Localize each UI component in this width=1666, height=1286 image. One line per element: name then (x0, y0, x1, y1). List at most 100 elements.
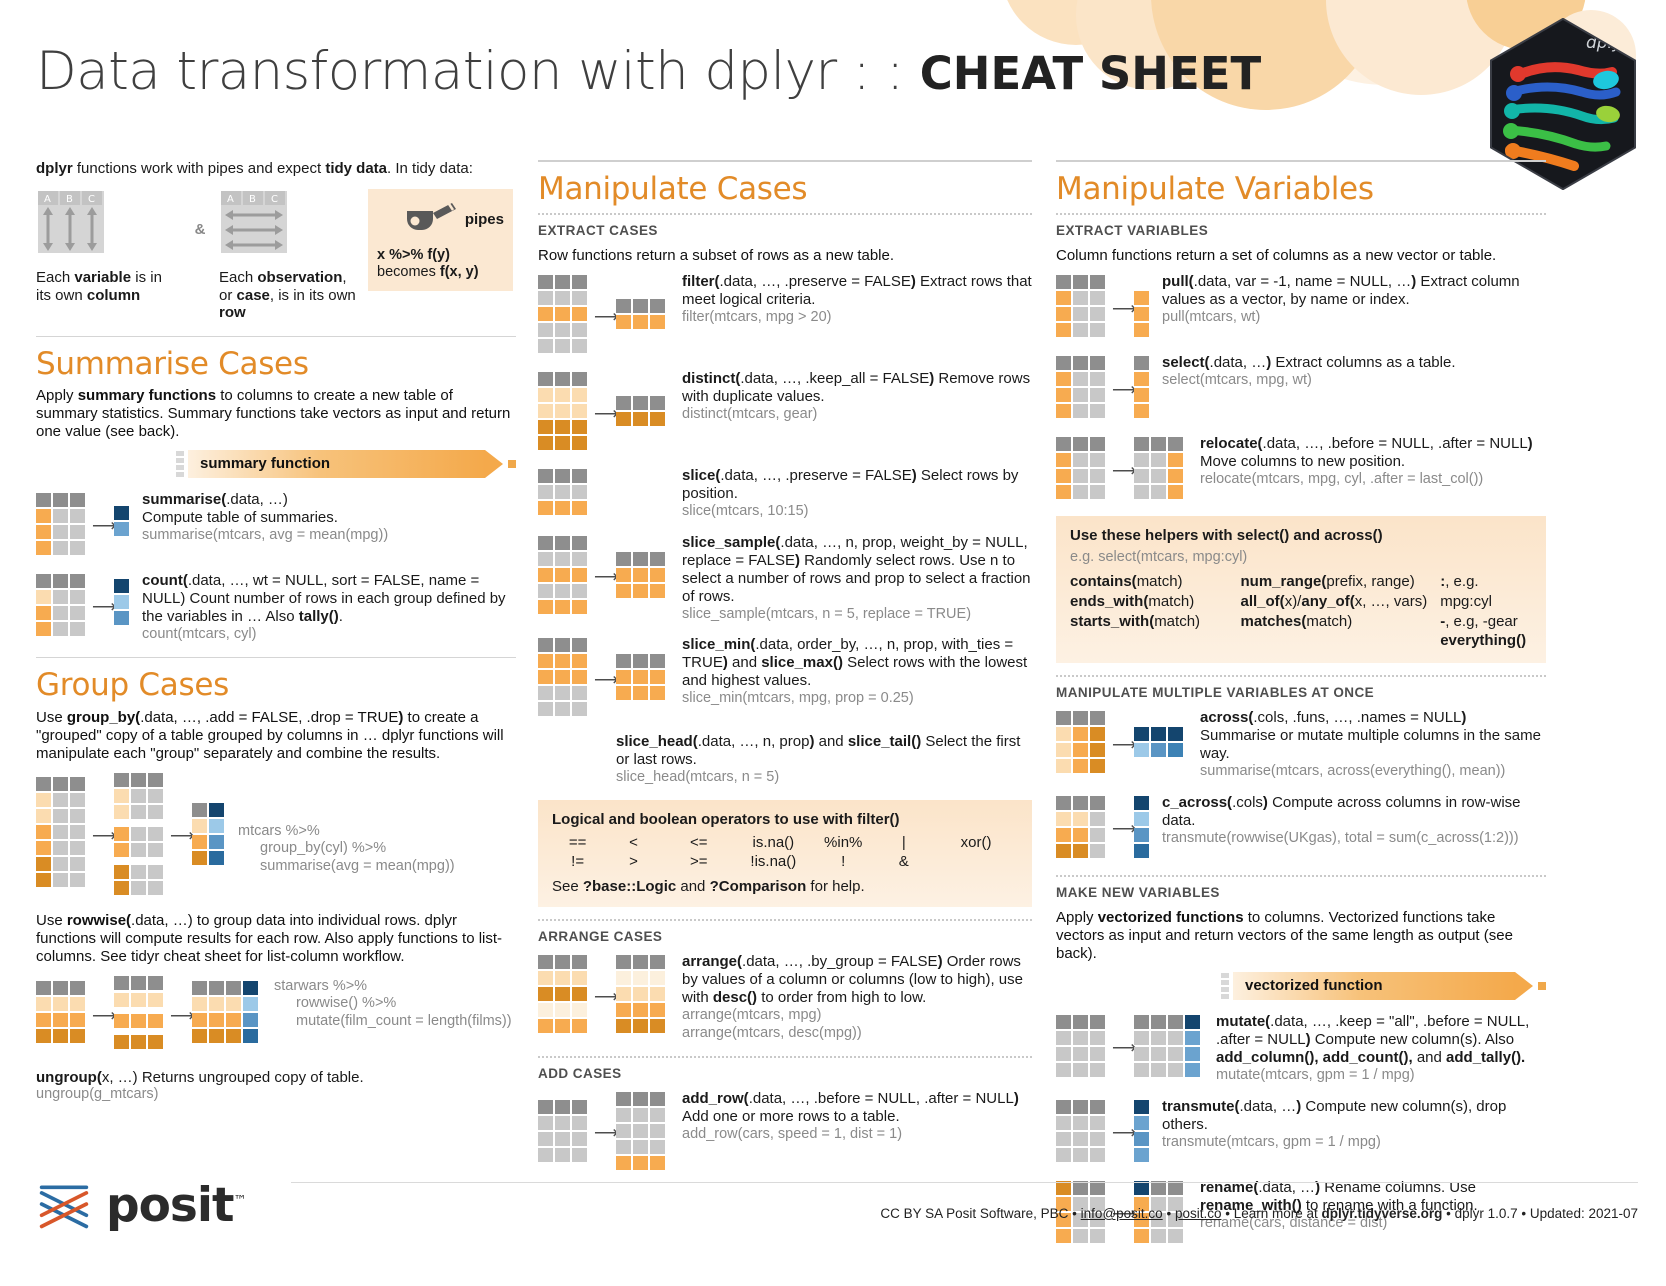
helpers-col-3: :, e.g. mpg:cyl -, e.g, -gear everything… (1440, 573, 1527, 650)
column-manipulate-variables: Manipulate Variables EXTRACT VARIABLES C… (1056, 160, 1546, 1260)
posit-wordmark: posit (106, 1177, 234, 1233)
table-figure-rowwise-in (36, 980, 85, 1043)
arrow-icon: ⟶ (92, 597, 117, 617)
arrow-icon: ⟶ (1112, 460, 1137, 480)
group-code-3: summarise(avg = mean(mpg)) (260, 857, 455, 874)
arrow-icon: ⟶ (1112, 1038, 1137, 1058)
arrange-code-2: arrange(mtcars, desc(mpg)) (682, 1024, 862, 1041)
label-extract-cases: EXTRACT CASES (538, 223, 658, 239)
entry-slice-min: ⟶ slice_min(.data, order_by, …, n, prop,… (538, 636, 1032, 720)
tidy-data-illustrations: A B C Each variable is in its own column… (36, 189, 516, 322)
table-figure-across-in (1056, 711, 1105, 774)
table-figure-pull-in (1056, 275, 1105, 338)
banner-label: summary function (200, 455, 331, 473)
divider (538, 160, 1032, 162)
arrow-icon: ⟶ (594, 669, 619, 689)
table-figure-distinct-out (616, 396, 665, 427)
table-figure-rowwise-out (192, 980, 258, 1043)
label-manipulate-multiple: MANIPULATE MULTIPLE VARIABLES AT ONCE (1056, 685, 1375, 701)
page-title-bold: CHEAT SHEET (919, 47, 1262, 100)
group-by-illustration: ⟶ ⟶ mtcars %>% group_by(cyl) %>% summari… (36, 771, 516, 899)
arrow-icon: ⟶ (594, 306, 619, 326)
distinct-code: distinct(mtcars, gear) (682, 406, 818, 423)
label-make-new-variables: MAKE NEW VARIABLES (1056, 884, 1220, 900)
helpers-col-1: contains(match) ends_with(match) starts_… (1070, 573, 1201, 630)
svg-text:B: B (249, 194, 256, 205)
arrow-icon: ⟶ (594, 567, 619, 587)
rowwise-code-3: mutate(film_count = length(films)) (296, 1012, 512, 1029)
svg-text:B: B (66, 194, 73, 205)
entry-slice-head: slice_head(.data, …, n, prop) and slice_… (616, 733, 1032, 787)
observation-illustration: A B C Each observation, or case, is in i… (219, 189, 364, 322)
footer-site-link[interactable]: posit.co (1175, 1206, 1222, 1221)
rowwise-code-1: starwars %>% (274, 977, 368, 994)
extract-variables-intro: Column functions return a set of columns… (1056, 247, 1497, 265)
svg-text:C: C (88, 194, 95, 205)
svg-text:A: A (44, 194, 51, 205)
observation-caption: Each observation, or case, is in its own… (219, 269, 356, 322)
select-helpers-box: Use these helpers with select() and acro… (1056, 516, 1546, 664)
variable-caption: Each variable is in its own column (36, 269, 162, 304)
table-figure-pull-out (1134, 291, 1149, 338)
mutate-code: mutate(mtcars, gpm = 1 / mpg) (1216, 1066, 1415, 1083)
table-figure-transmute-in (1056, 1099, 1105, 1162)
summarise-code: summarise(mtcars, avg = mean(mpg)) (142, 526, 389, 543)
footer-sep: • (1225, 1206, 1230, 1221)
column-arrows-icon: A B C (38, 191, 104, 253)
footer-email-link[interactable]: info@posit.co (1081, 1206, 1163, 1221)
rowwise-intro: Use rowwise(.data, …) to group data into… (36, 911, 503, 965)
group-code-2: group_by(cyl) %>% (260, 840, 387, 857)
table-row: != > >= !is.na() ! & (571, 853, 909, 871)
arrow-icon: ⟶ (92, 516, 117, 536)
table-figure-slice-sample-out (616, 551, 665, 598)
vectorized-function-banner: vectorized function (1056, 971, 1546, 1001)
table-figure-select-out (1134, 356, 1149, 419)
entry-slice-sample: ⟶ slice_sample(.data, …, n, prop, weight… (538, 534, 1032, 624)
section-manipulate-cases: Manipulate Cases (538, 171, 808, 207)
table-figure-rowwise-mid (114, 975, 163, 1049)
across-signature: across(.cols, .funs, …, .names = NULL) S… (1200, 709, 1541, 763)
table-figure-relocate-out (1134, 437, 1183, 500)
arrow-icon: ⟶ (92, 1006, 117, 1026)
rowwise-illustration: ⟶ ⟶ starwars %>% rowwise() %>% mutate(fi… (36, 974, 516, 1056)
slice-signature: slice(.data, …, .preserve = FALSE) Selec… (682, 467, 1019, 503)
entry-c-across: ⟶ c_across(.cols) Compute across columns… (1056, 794, 1546, 862)
slice-head-signature: slice_head(.data, …, n, prop) and slice_… (616, 733, 1021, 769)
banner-end-square (1538, 981, 1546, 990)
count-code: count(mtcars, cyl) (142, 625, 257, 642)
footer-sep: • (1166, 1206, 1172, 1221)
arrange-signature: arrange(.data, …, .by_group = FALSE) Ord… (682, 953, 1023, 1007)
table-figure-distinct-in (538, 372, 587, 451)
table-figure-count-in (36, 573, 85, 636)
table-figure-slice-min-out (616, 654, 665, 701)
transmute-code: transmute(mtcars, gpm = 1 / mpg) (1162, 1133, 1381, 1150)
divider (538, 919, 1032, 922)
arrow-icon: ⟶ (1112, 734, 1137, 754)
helpers-box-example: e.g. select(mtcars, mpg:cyl) (1070, 549, 1248, 566)
divider (538, 1055, 1032, 1058)
entry-slice: ⟶ slice(.data, …, .preserve = FALSE) Sel… (538, 467, 1032, 521)
footer-learn-link[interactable]: dplyr.tidyverse.org (1322, 1206, 1443, 1221)
entry-arrange: ⟶ arrange(.data, …, .by_group = FALSE) O… (538, 953, 1032, 1042)
arrow-icon: ⟶ (170, 1006, 195, 1026)
entry-filter: ⟶ filter(.data, …, .preserve = FALSE) Ex… (538, 273, 1032, 357)
footer-sep: • (1072, 1206, 1077, 1221)
summary-function-banner: summary function (36, 449, 516, 479)
slice-min-code: slice_min(mtcars, mpg, prop = 0.25) (682, 690, 914, 707)
divider (36, 335, 516, 337)
slice-head-code: slice_head(mtcars, n = 5) (616, 769, 780, 786)
page-title-light: Data transformation with dplyr : : (36, 41, 920, 102)
entry-count: ⟶ count(.data, …, wt = NULL, sort = FALS… (36, 572, 516, 644)
footer-sep: • (1521, 1206, 1527, 1221)
footer: posit™ CC BY SA Posit Software, PBC • in… (36, 1172, 1638, 1264)
page-title: Data transformation with dplyr : : CHEAT… (36, 45, 1336, 98)
table-figure-count-out (114, 578, 129, 625)
count-signature: count(.data, …, wt = NULL, sort = FALSE,… (142, 571, 506, 625)
column-manipulate-cases: Manipulate Cases EXTRACT CASES Row funct… (538, 160, 1032, 1187)
label-add-cases: ADD CASES (538, 1065, 622, 1081)
table-figure-filter-out (616, 299, 665, 330)
trademark-symbol: ™ (233, 1192, 247, 1208)
table-figure-relocate-in (1056, 437, 1105, 500)
footer-meta: CC BY SA Posit Software, PBC • info@posi… (880, 1206, 1638, 1221)
pull-signature: pull(.data, var = -1, name = NULL, …) Ex… (1162, 273, 1520, 309)
